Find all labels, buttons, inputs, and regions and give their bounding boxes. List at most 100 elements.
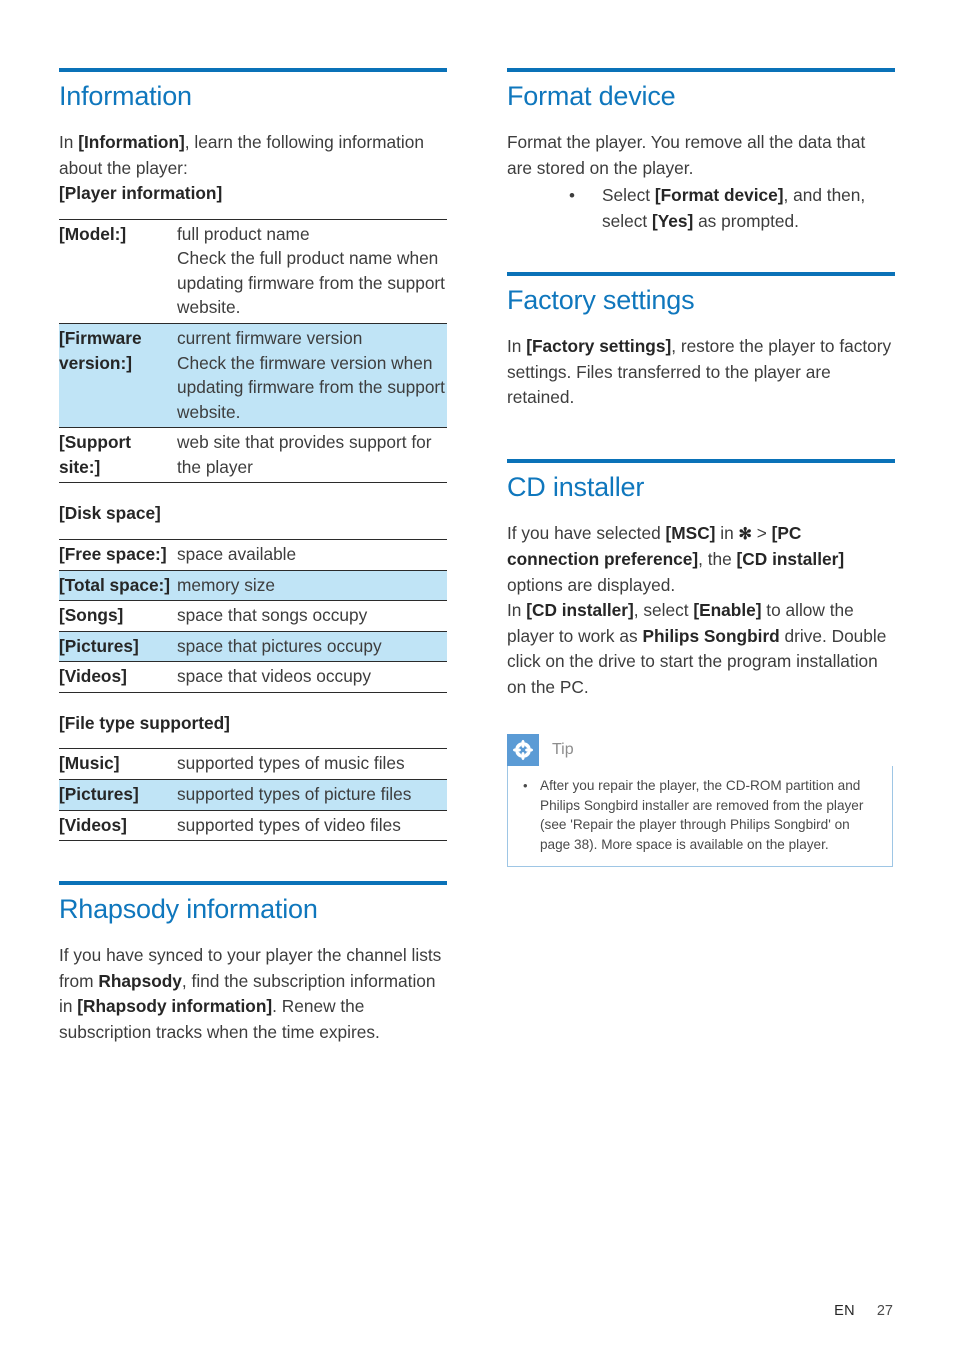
tip-body: • After you repair the player, the CD-ROM… [507,766,893,868]
section-cd-installer: CD installer If you have selected [MSC] … [507,458,895,868]
rhapsody-paragraph: If you have synced to your player the ch… [59,943,447,1045]
table-cell-value: supported types of picture files [177,779,447,811]
cd2-text-b: [CD installer] [526,600,634,621]
table-cell-key: [Videos] [59,661,177,693]
section-rule [507,68,895,72]
information-intro-paragraph: In [Information], learn the following in… [59,130,447,181]
factory-text-a: In [507,336,527,357]
page-title-cd-installer: CD installer [507,471,645,502]
cd-text-h: options are displayed. [507,574,676,595]
rhapsody-text-d: [Rhapsody information] [77,996,273,1017]
table-cell-value: memory size [177,569,447,602]
file-type-table: [Music] supported types of music files [Pi… [59,748,447,842]
table-cell-key: [Model:] [59,218,177,324]
bullet-text-a: Select [602,185,655,206]
asterisk-flower-icon [507,734,539,767]
factory-text-b: [Factory settings] [526,336,672,357]
page-title-information: Information [59,81,192,111]
tip-title: Tip [552,741,574,759]
table-cell-key: [Total space:] [59,569,177,602]
footer-page-number: 27 [876,1303,893,1319]
cd-text-c: in [715,522,739,543]
bullet-text-d: [Yes] [651,210,694,231]
table-row: [Model:] full product name Check the full … [59,218,447,324]
information-intro-prefix: In [59,132,79,153]
table-cell-value: space that pictures occupy [177,630,447,663]
disk-space-label: [Disk space] [59,503,161,524]
factory-settings-paragraph: In [Factory settings], restore the playe… [507,334,895,411]
manual-page: Information In [Information], learn the … [0,0,954,1350]
information-intro-bold: [Information] [78,132,185,153]
table-cell-key: [Free space:] [59,538,177,571]
tip-list: • After you repair the player, the CD-ROM… [520,776,880,854]
player-information-label: [Player information] [59,183,223,204]
cd-text-b: [MSC] [665,522,716,543]
player-information-table-body: [Model:] full product name Check the full … [59,218,447,484]
page-title-rhapsody-information: Rhapsody information [59,894,318,925]
bullet-text-e: as prompted. [693,210,799,231]
cd-text-f: , the [698,549,737,570]
format-device-paragraph: Format the player. You remove all the da… [507,132,866,178]
bullet-dot: • [523,778,528,794]
table-cell-value: full product name Check the full product … [177,218,447,324]
file-type-table-body: [Music] supported types of music files [Pi… [59,748,447,842]
cd-text-g: [CD installer] [736,549,845,570]
table-cell-key: [Songs] [59,600,177,632]
table-cell-value: space available [177,538,447,571]
page-title-format-device: Format device [507,81,676,111]
cd2-text-c: , select [633,600,694,621]
disk-space-table-body: [Free space:] space available [Total space… [59,538,447,693]
section-rule [59,68,447,72]
table-row: [Support site:] web site that provides su… [59,427,447,484]
left-column: Information In [Information], learn the … [59,68,447,1045]
cd-text-a: If you have selected [507,522,666,543]
table-cell-value: web site that provides support for the p… [177,427,447,484]
cd-text-d: > [751,522,772,543]
table-cell-key: [Pictures] [59,779,177,811]
cd2-text-a: In [507,600,527,621]
player-information-table: [Model:] full product name Check the full … [59,218,447,484]
list-item: • Select [Format device], and then, selec… [507,183,895,234]
file-type-supported-label: [File type supported] [59,712,230,733]
table-cell-value: supported types of video files [177,809,447,842]
cd2-text-d: [Enable] [693,600,762,621]
table-cell-key: [Videos] [59,809,177,842]
rhapsody-text-b: Rhapsody [98,970,182,991]
table-row: [Total space:] memory size [59,569,447,602]
section-rhapsody-information: Rhapsody information If you have synced … [59,881,447,1045]
gear-icon: ✻ [738,525,752,543]
table-row: [Pictures] space that pictures occupy [59,630,447,663]
section-rule [507,458,895,463]
section-rule [507,272,895,277]
disk-space-table: [Free space:] space available [Total space… [59,538,447,693]
table-cell-value: space that songs occupy [177,600,447,632]
table-row: [Free space:] space available [59,538,447,571]
section-information: Information In [Information], learn the … [59,68,447,842]
table-row: [Videos] space that videos occupy [59,661,447,693]
table-row: [Music] supported types of music files [59,748,447,781]
cd2-text-f: Philips Songbird [642,625,780,646]
table-cell-value: current firmware version Check the firmwa… [177,322,447,429]
table-cell-key: [Firmware version:] [59,322,177,429]
page-footer: EN 27 [834,1303,893,1319]
table-row: [Videos] supported types of video files [59,809,447,842]
right-column: Format device Format the player. You rem… [507,68,895,868]
section-rule [59,881,447,886]
format-device-bullet-list: • Select [Format device], and then, selec… [507,183,895,234]
table-cell-key: [Music] [59,748,177,781]
table-cell-value: space that videos occupy [177,661,447,693]
table-row: [Firmware version:] current firmware vers… [59,322,447,429]
bullet-dot: • [569,186,575,206]
tip-box: Tip • After you repair the player, the CD… [507,734,893,868]
section-format-device: Format device Format the player. You rem… [507,68,895,234]
page-title-factory-settings: Factory settings [507,285,695,316]
table-cell-key: [Support site:] [59,427,177,484]
table-cell-key: [Pictures] [59,630,177,663]
cd-installer-paragraph-2: In [CD installer], select [Enable] to al… [507,598,895,700]
table-row: [Songs] space that songs occupy [59,600,447,632]
table-row: [Pictures] supported types of picture fil… [59,779,447,811]
table-cell-value: supported types of music files [177,748,447,781]
cd-installer-paragraph-1: If you have selected [MSC] in ✻ > [PC co… [507,521,895,599]
section-factory-settings: Factory settings In [Factory settings], … [507,272,895,411]
tip-header: Tip [507,734,893,767]
